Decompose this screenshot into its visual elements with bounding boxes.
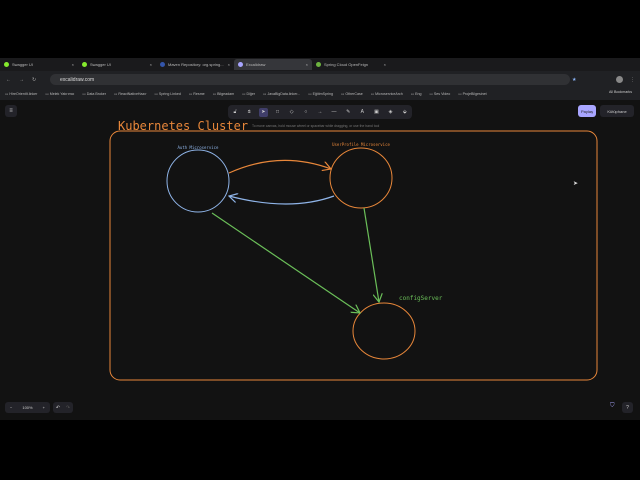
- user-label[interactable]: UserProfile Microservice: [332, 142, 390, 147]
- config-circle[interactable]: [352, 302, 416, 360]
- user-circle[interactable]: [329, 147, 393, 209]
- auth-label[interactable]: Auth Microservice: [178, 145, 220, 150]
- arrow-auth-to-user[interactable]: [228, 159, 331, 174]
- cursor-icon: ➤: [573, 181, 579, 187]
- diagram: Kubernetes Cluster Auth Microservice Use…: [109, 119, 598, 381]
- auth-circle[interactable]: [166, 149, 230, 213]
- arrow-user-to-auth[interactable]: [229, 196, 335, 205]
- cluster-rect[interactable]: [109, 130, 598, 381]
- config-label[interactable]: configServer: [399, 295, 443, 302]
- arrow-user-to-config[interactable]: [363, 207, 379, 302]
- arrow-auth-to-config[interactable]: [211, 212, 360, 313]
